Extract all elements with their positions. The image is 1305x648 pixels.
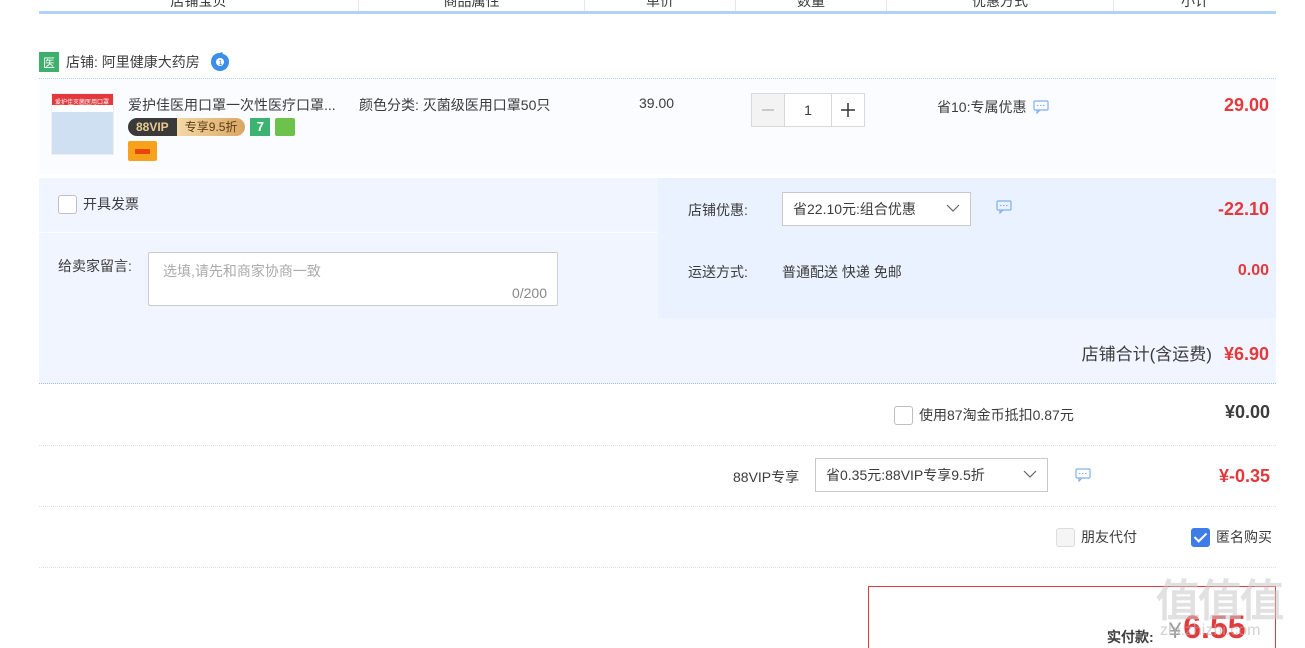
promo-shipping-section: 店铺优惠: 省22.10元:组合优惠 -22.10 运送方式: 普通配送 快递 …: [658, 178, 1276, 318]
chevron-down-icon: [946, 204, 960, 212]
table-header: 店铺宝贝 商品属性 单价 数量 优惠方式 小计: [39, 0, 1276, 14]
watermark-logo: 值值值: [1156, 577, 1284, 626]
message-icon[interactable]: [996, 200, 1012, 214]
vip-discount-select[interactable]: 省0.35元:88VIP专享9.5折: [815, 458, 1048, 492]
anonymous-purchase-option[interactable]: 匿名购买: [1191, 527, 1272, 547]
svg-text:1: 1: [218, 59, 222, 67]
shop-promo-label: 店铺优惠:: [688, 202, 748, 218]
payment-label: 实付款:: [1107, 629, 1154, 645]
guarantee-icon: [275, 118, 296, 136]
seller-note-input[interactable]: 选填,请先和商家协商一致 0/200: [148, 252, 558, 306]
vip-tag-label: 88VIP: [128, 118, 177, 136]
vip-selected: 省0.35元:88VIP专享9.5折: [826, 467, 985, 483]
shop-promo-amount: -22.10: [1217, 199, 1269, 219]
product-title[interactable]: 爱护佳医用口罩一次性医疗口罩...: [128, 95, 353, 115]
item-subtotal: 29.00: [1223, 95, 1269, 115]
quantity-input[interactable]: 1: [785, 93, 831, 127]
invoice-section: 开具发票: [39, 178, 657, 233]
item-discount: 省10:专属优惠: [937, 97, 1050, 117]
invoice-checkbox-label[interactable]: 开具发票: [58, 194, 139, 214]
product-image[interactable]: 爱护佳灭菌医用口罩: [51, 93, 114, 155]
seven-day-return-icon: 7: [250, 118, 271, 136]
product-tags: 88VIP 专享9.5折 7: [128, 118, 296, 136]
friend-pay-checkbox[interactable]: [1056, 527, 1075, 547]
shop-line: 医 店铺: 阿里健康大药房 1: [39, 52, 230, 72]
shop-total-value: ¥6.90: [1223, 344, 1269, 364]
seller-note-counter: 0/200: [511, 285, 547, 301]
seller-note-placeholder: 选填,请先和商家协商一致: [163, 263, 321, 279]
product-image-text: 爱护佳灭菌医用口罩: [55, 100, 110, 106]
shop-name[interactable]: 店铺: 阿里健康大药房: [66, 52, 200, 72]
divider: [39, 383, 1276, 384]
anonymous-purchase-checkbox[interactable]: [1191, 527, 1210, 547]
coin-checkbox[interactable]: [894, 405, 913, 425]
shipping-label: 运送方式:: [688, 264, 748, 280]
order-options-panel: 开具发票 给卖家留言: 选填,请先和商家协商一致 0/200 店铺优惠: 省22…: [39, 178, 1276, 384]
cart-item-row: 爱护佳灭菌医用口罩 爱护佳医用口罩一次性医疗口罩... 88VIP 专享9.5折…: [39, 78, 1276, 174]
wangwang-chat-icon[interactable]: 1: [210, 52, 230, 72]
vip-tag: 88VIP 专享9.5折: [128, 118, 246, 136]
payment-options-row: 朋友代付 匿名购买: [39, 507, 1276, 568]
vip-amount: ¥-0.35: [1218, 466, 1270, 486]
coin-label: 使用87淘金币抵扣0.87元: [919, 407, 1074, 423]
col-subtotal: 小计: [1181, 0, 1209, 9]
col-attributes: 商品属性: [359, 0, 585, 11]
vip-discount-row: 88VIP专享 省0.35元:88VIP专享9.5折 ¥-0.35: [39, 446, 1276, 507]
invoice-checkbox[interactable]: [58, 194, 77, 214]
shipping-method: 普通配送 快递 免邮: [782, 264, 902, 280]
vip-label: 88VIP专享: [733, 469, 800, 485]
friend-pay-option[interactable]: 朋友代付: [1056, 527, 1137, 547]
coin-amount: ¥0.00: [1224, 402, 1270, 422]
increase-quantity-button[interactable]: [831, 93, 865, 127]
anonymous-purchase-label: 匿名购买: [1216, 529, 1272, 545]
shop-promo-selected: 省22.10元:组合优惠: [793, 201, 916, 217]
vip-discount-tag: 专享9.5折: [176, 118, 246, 136]
shop-total: 店铺合计(含运费) ¥6.90: [1082, 340, 1269, 365]
shop-total-label: 店铺合计(含运费): [1081, 345, 1212, 364]
friend-pay-label: 朋友代付: [1081, 529, 1137, 545]
chevron-down-icon: [1023, 470, 1037, 478]
col-quantity: 数量: [736, 0, 887, 11]
decrease-quantity-button[interactable]: [751, 93, 785, 127]
col-shop-item: 店铺宝贝: [39, 0, 359, 11]
message-icon[interactable]: [1033, 100, 1050, 114]
shop-promo-select[interactable]: 省22.10元:组合优惠: [782, 192, 971, 226]
medical-badge: 医: [39, 52, 59, 72]
plus-icon: [841, 103, 855, 117]
col-unit-price: 单价: [585, 0, 736, 11]
item-discount-text: 省10:专属优惠: [937, 99, 1027, 115]
col-discount: 优惠方式: [887, 0, 1114, 11]
quantity-stepper: 1: [751, 93, 865, 127]
card-payment-icon: [128, 141, 157, 161]
message-icon[interactable]: [1075, 468, 1091, 482]
invoice-label: 开具发票: [83, 196, 139, 212]
shipping-amount: 0.00: [1237, 262, 1269, 279]
minus-icon: [762, 109, 774, 111]
product-sku: 颜色分类: 灭菌级医用口罩50只: [359, 97, 551, 113]
coin-checkbox-label[interactable]: 使用87淘金币抵扣0.87元: [894, 405, 1074, 425]
coin-deduction-row: 使用87淘金币抵扣0.87元 ¥0.00: [39, 385, 1276, 446]
seller-note-label: 给卖家留言:: [58, 258, 132, 274]
watermark-url: zhi.zhizhi.com: [1160, 622, 1261, 639]
unit-price: 39.00: [639, 95, 675, 111]
